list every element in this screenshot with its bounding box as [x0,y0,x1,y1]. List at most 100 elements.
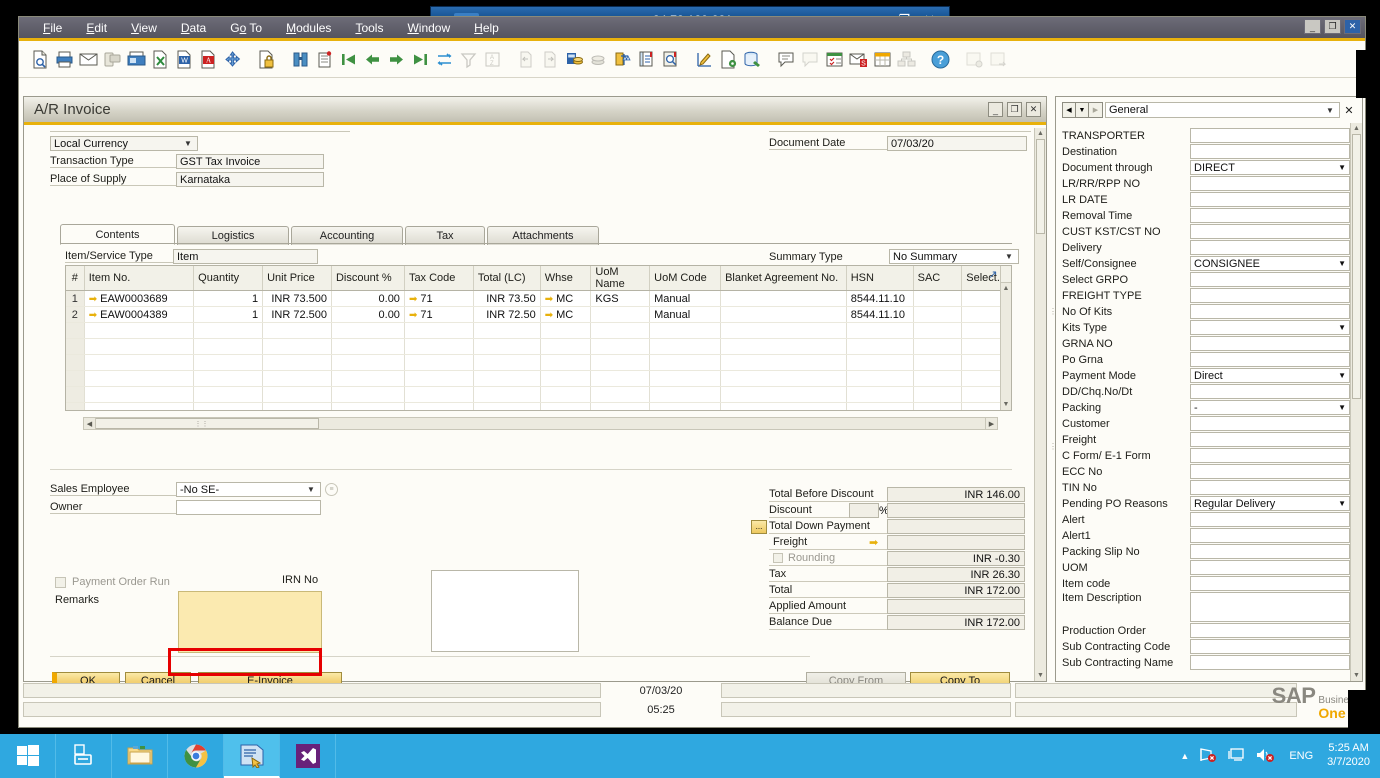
table-cell-empty[interactable] [84,322,195,339]
udf-field-input[interactable] [1190,224,1350,239]
table-cell-empty[interactable] [66,402,85,410]
table-cell-empty[interactable] [84,370,195,387]
main-restore-button[interactable]: ❐ [1324,19,1341,34]
table-cell-empty[interactable] [720,354,847,371]
gross-profit-icon[interactable] [587,48,610,71]
export-word-icon[interactable]: W [173,48,196,71]
show-hidden-icons-icon[interactable]: ▲ [1180,751,1189,761]
sales-employee-select[interactable]: -No SE- ▼ [176,482,321,497]
table-cell-empty[interactable] [404,338,474,355]
table-cell-sac[interactable] [913,290,963,307]
udf-field-input[interactable] [1190,336,1350,351]
menu-file[interactable]: FFileile [31,19,74,37]
table-cell-empty[interactable] [262,354,332,371]
table-cell-empty[interactable] [846,354,914,371]
sap-business-one-icon[interactable] [224,734,280,778]
grid-vertical-scrollbar[interactable]: ▲ ▼ [1000,266,1011,410]
table-cell-empty[interactable] [913,354,963,371]
help-icon[interactable]: ? [929,48,952,71]
remote-desktop-icon[interactable] [1227,747,1245,766]
udf-dropdown-button[interactable]: ▼ [1076,103,1089,117]
grid-column-header[interactable]: UoM Name [590,266,651,291]
grid-column-header[interactable]: Unit Price [262,266,332,291]
table-row[interactable]: 2 ➡ EAW0004389 1 INR 72.500 0.00 ➡ 71 INR 72.50 ➡… [66,306,1011,323]
table-cell-empty[interactable] [331,322,405,339]
start-icon[interactable] [0,734,56,778]
table-cell-empty[interactable] [913,370,963,387]
table-row-empty[interactable] [66,338,1011,355]
table-cell-empty[interactable] [540,322,592,339]
table-cell-empty[interactable] [473,322,541,339]
table-cell-empty[interactable] [846,370,914,387]
udf-field-input[interactable] [1190,288,1350,303]
table-cell-empty[interactable] [913,322,963,339]
udf-field-input[interactable] [1190,512,1350,527]
grid-column-header[interactable]: HSN [846,266,914,291]
udf-field-input[interactable] [1190,192,1350,207]
table-cell-empty[interactable] [193,402,264,410]
file-explorer-icon[interactable] [112,734,168,778]
excel-report-icon[interactable] [871,48,894,71]
scroll-down-arrow-icon[interactable]: ▼ [1035,672,1046,679]
scroll-up-arrow-icon[interactable]: ▲ [1351,123,1362,132]
table-cell-empty[interactable] [404,370,474,387]
table-cell-empty[interactable] [66,354,85,371]
table-cell-num[interactable]: 2 [66,306,85,323]
summary-type-select[interactable]: No Summary ▼ [889,249,1019,264]
udf-field-input[interactable]: - ▼ [1190,400,1350,415]
table-cell-item-no[interactable]: ➡ EAW0003689 [84,290,195,307]
table-cell-uom-name[interactable] [590,306,651,323]
chevron-down-icon[interactable]: ▼ [1338,323,1346,332]
table-cell-empty[interactable] [846,322,914,339]
mail-icon[interactable]: S [847,48,870,71]
table-row-empty[interactable] [66,402,1011,410]
menu-tools[interactable]: Tools [343,19,395,37]
messages-icon[interactable] [775,48,798,71]
table-cell-empty[interactable] [720,338,847,355]
payment-means-icon[interactable] [563,48,586,71]
fax-icon[interactable] [125,48,148,71]
table-cell-item-no[interactable]: ➡ EAW0004389 [84,306,195,323]
table-cell-empty[interactable] [262,402,332,410]
table-cell-empty[interactable] [84,354,195,371]
link-arrow-icon[interactable]: ➡ [545,294,553,305]
link-arrow-icon[interactable]: ➡ [89,310,97,321]
doc-minimize-button[interactable]: _ [988,102,1003,117]
volume-muted-icon[interactable] [1255,747,1275,766]
table-cell-empty[interactable] [649,386,722,403]
table-row-empty[interactable] [66,322,1011,339]
udf-field-input[interactable] [1190,480,1350,495]
total-down-payment-browse-button[interactable]: ... [751,519,767,534]
table-cell-empty[interactable] [720,370,847,387]
table-cell-empty[interactable] [262,338,332,355]
udf-close-button[interactable]: ✕ [1342,103,1356,117]
table-cell-empty[interactable] [193,370,264,387]
table-cell-uom-code[interactable]: Manual [649,306,722,323]
table-cell-empty[interactable] [590,354,651,371]
last-record-icon[interactable] [409,48,432,71]
scroll-down-arrow-icon[interactable]: ▼ [1001,401,1011,408]
next-record-icon[interactable] [385,48,408,71]
menu-data[interactable]: Data [169,19,218,37]
table-cell-empty[interactable] [331,338,405,355]
doc-close-button[interactable]: ✕ [1026,102,1041,117]
menu-edit[interactable]: Edit [74,19,119,37]
table-cell-empty[interactable] [846,338,914,355]
table-cell-empty[interactable] [720,322,847,339]
freight-link-arrow-icon[interactable]: ➡ [869,536,878,549]
table-cell-empty[interactable] [649,322,722,339]
udf-field-input[interactable] [1190,272,1350,287]
language-indicator[interactable]: ENG [1289,750,1313,762]
grid-column-header[interactable]: Blanket Agreement No. [720,266,847,291]
udf-field-input[interactable] [1190,208,1350,223]
scroll-right-arrow-icon[interactable]: ▶ [985,417,998,430]
table-cell-empty[interactable] [193,386,264,403]
table-cell-hsn[interactable]: 8544.11.10 [846,290,914,307]
table-cell-empty[interactable] [649,338,722,355]
table-cell-empty[interactable] [262,322,332,339]
udf-field-input[interactable] [1190,528,1350,543]
udf-field-input[interactable]: Regular Delivery ▼ [1190,496,1350,511]
grid-column-header[interactable]: UoM Code [649,266,722,291]
table-cell-empty[interactable] [649,354,722,371]
table-cell-empty[interactable] [913,402,963,410]
